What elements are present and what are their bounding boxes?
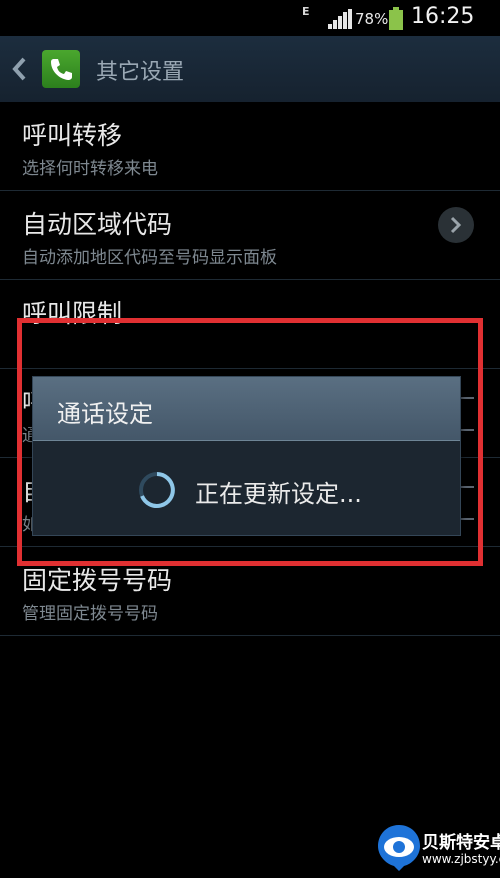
network-type: E xyxy=(302,5,310,18)
list-item-auto-area-code[interactable]: 自动区域代码 自动添加地区代码至号码显示面板 xyxy=(0,191,500,280)
watermark-logo-icon xyxy=(378,825,420,871)
phone-app-icon xyxy=(42,50,80,88)
signal-icon xyxy=(328,9,352,29)
item-subtitle: 自动添加地区代码至号码显示面板 xyxy=(22,248,277,268)
battery-icon xyxy=(389,7,403,30)
status-bar: E 78% 16:25 xyxy=(0,0,500,36)
watermark: 贝斯特安卓网 www.zjbstyy.com xyxy=(374,822,500,878)
watermark-url: www.zjbstyy.com xyxy=(422,852,500,866)
action-bar: 其它设置 xyxy=(0,36,500,102)
item-title: 呼叫转移 xyxy=(22,121,123,150)
item-subtitle: 管理固定拨号号码 xyxy=(22,604,158,624)
item-title: 自动区域代码 xyxy=(22,210,173,239)
watermark-name: 贝斯特安卓网 xyxy=(422,833,500,853)
clock: 16:25 xyxy=(411,4,475,29)
phone-icon xyxy=(51,59,72,80)
item-title: 固定拨号号码 xyxy=(22,566,173,595)
battery-percent: 78% xyxy=(355,10,389,28)
list-item-call-forwarding[interactable]: 呼叫转移 选择何时转移来电 xyxy=(0,102,500,191)
back-arrow-icon[interactable] xyxy=(10,56,28,82)
annotation-frame xyxy=(17,318,483,566)
chevron-right-icon[interactable] xyxy=(438,207,474,243)
page-title: 其它设置 xyxy=(96,60,185,85)
item-subtitle: 选择何时转移来电 xyxy=(22,159,158,179)
